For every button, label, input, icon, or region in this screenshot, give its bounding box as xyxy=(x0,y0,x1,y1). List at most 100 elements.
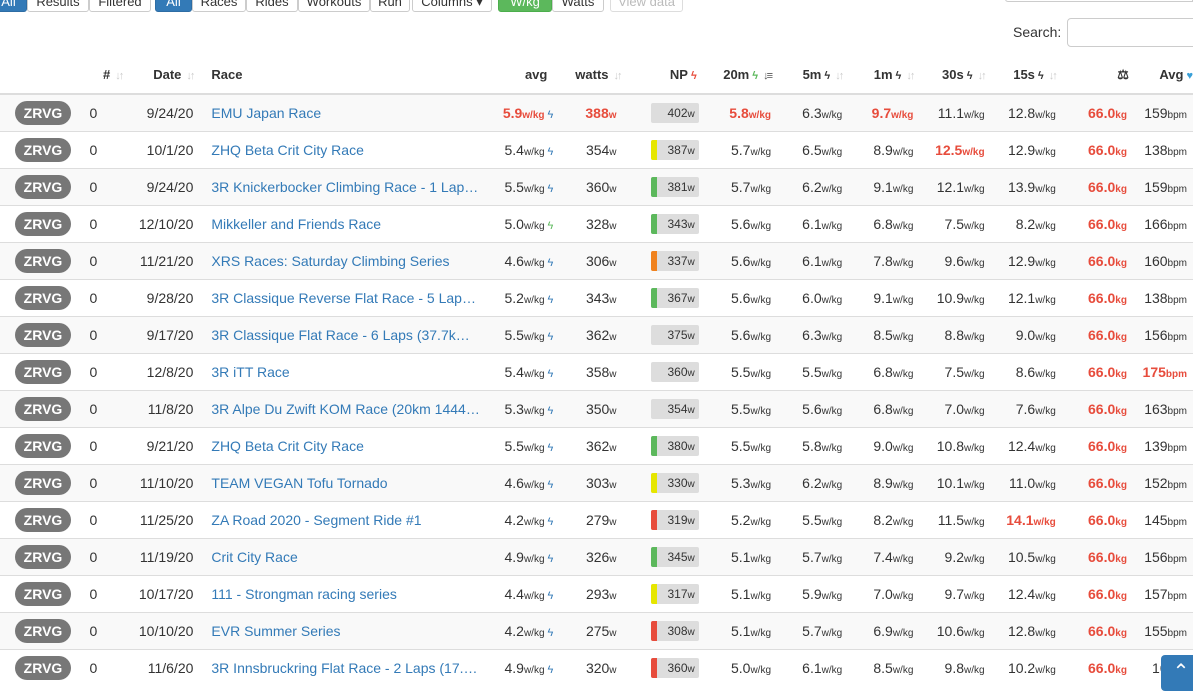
unit-label: w/kg xyxy=(1035,368,1056,380)
top-filter-input[interactable] xyxy=(1005,0,1193,2)
table-row[interactable]: ZRVG 0 10/10/20 EVR Summer Series 4.2w/kg ϟ 27… xyxy=(0,611,1193,649)
m20-value: 5.3 xyxy=(730,474,751,491)
m5-cell: 6.3w/kg xyxy=(779,315,851,353)
bolt-icon: ϟ xyxy=(547,552,554,565)
s30-value: 12.5 xyxy=(935,141,963,158)
race-link[interactable]: 3R iTT Race xyxy=(211,364,481,380)
np-value: 317 xyxy=(667,586,688,601)
race-link[interactable]: ZHQ Beta Crit City Race xyxy=(211,142,481,158)
header-num[interactable]: # ↓↑ xyxy=(86,56,133,95)
np-cell: 337w xyxy=(630,241,705,279)
type-workouts-button[interactable]: Workouts xyxy=(298,0,370,12)
table-row[interactable]: ZRVG 0 11/19/20 Crit City Race 4.9w/kg ϟ 326w 3… xyxy=(0,537,1193,575)
watts-cell: 303w xyxy=(559,463,631,501)
type-all-button[interactable]: All xyxy=(155,0,192,12)
header-15s[interactable]: 15s ϟ ↓↑ xyxy=(992,56,1064,95)
category-cell: ZRVG xyxy=(0,574,87,612)
race-link[interactable]: 3R Alpe Du Zwift KOM Race (20km 1444m) xyxy=(211,401,481,417)
filter-filtered-button[interactable]: Filtered xyxy=(89,0,151,12)
hr-value: 157 xyxy=(1144,585,1168,602)
view-data-button[interactable]: View data xyxy=(610,0,683,12)
unit-label: bpm xyxy=(1167,590,1187,602)
table-row[interactable]: ZRVG 0 9/28/20 3R Classique Reverse Flat Ra… xyxy=(0,278,1193,316)
unit-label: w/kg xyxy=(523,553,545,565)
table-row[interactable]: ZRVG 0 12/8/20 3R iTT Race 5.4w/kg ϟ 358w 360w 5… xyxy=(0,352,1193,390)
filter-all-results-button[interactable]: All xyxy=(0,0,27,12)
date-value: 11/21/20 xyxy=(139,252,194,269)
header-avg-hr[interactable]: Avg ♥ xyxy=(1134,56,1193,95)
table-row[interactable]: ZRVG 0 10/17/20 111 - Strongman racing seri… xyxy=(0,574,1193,612)
table-row[interactable]: ZRVG 0 11/10/20 TEAM VEGAN Tofu Tornado 4.6w… xyxy=(0,463,1193,501)
table-row[interactable]: ZRVG 0 9/24/20 EMU Japan Race 5.9w/kg ϟ 388w 40… xyxy=(0,93,1193,131)
date-value: 11/25/20 xyxy=(139,511,194,528)
unit-label: w/kg xyxy=(523,405,545,417)
header-5m[interactable]: 5m ϟ ↓↑ xyxy=(779,56,851,95)
header-1m[interactable]: 1m ϟ ↓↑ xyxy=(850,56,922,95)
race-link[interactable]: EVR Summer Series xyxy=(211,623,481,639)
np-cell: 330w xyxy=(630,463,705,501)
table-row[interactable]: ZRVG 0 9/21/20 ZHQ Beta Crit City Race 5.5w/… xyxy=(0,426,1193,464)
race-link[interactable]: Mikkeller and Friends Race xyxy=(211,216,481,232)
race-link[interactable]: EMU Japan Race xyxy=(211,105,481,121)
table-row[interactable]: ZRVG 0 12/10/20 Mikkeller and Friends Race 5… xyxy=(0,204,1193,242)
header-weight[interactable]: ⚖ xyxy=(1063,56,1135,95)
scroll-top-button[interactable]: ⌃ xyxy=(1161,655,1193,691)
table-row[interactable]: ZRVG 0 11/25/20 ZA Road 2020 - Segment Ride… xyxy=(0,500,1193,538)
table-row[interactable]: ZRVG 0 11/21/20 XRS Races: Saturday Climbin… xyxy=(0,241,1193,279)
type-rides-button[interactable]: Rides xyxy=(246,0,298,12)
hr-value: 138 xyxy=(1144,141,1168,158)
header-date[interactable]: Date ↓↑ xyxy=(132,56,204,95)
race-link[interactable]: 111 - Strongman racing series xyxy=(211,586,481,602)
race-link[interactable]: TEAM VEGAN Tofu Tornado xyxy=(211,475,481,491)
bolt-icon: ϟ xyxy=(547,589,554,602)
wkg-toggle-button[interactable]: W/kg xyxy=(498,0,552,12)
header-avg[interactable]: avg xyxy=(491,56,560,95)
s30-cell: 9.2w/kg xyxy=(921,537,993,575)
race-link[interactable]: Crit City Race xyxy=(211,549,481,565)
header-np[interactable]: NP ϟ xyxy=(630,56,705,95)
unit-label: w/kg xyxy=(750,146,771,158)
date-value: 11/19/20 xyxy=(139,548,194,565)
table-row[interactable]: ZRVG 0 11/6/20 3R Innsbruckring Flat Race -… xyxy=(0,648,1193,686)
unit-label: kg xyxy=(1115,146,1127,158)
race-link[interactable]: XRS Races: Saturday Climbing Series xyxy=(211,253,481,269)
watts-toggle-button[interactable]: Watts xyxy=(552,0,604,12)
race-link[interactable]: ZA Road 2020 - Segment Ride #1 xyxy=(211,512,481,528)
filter-results-button[interactable]: Results xyxy=(27,0,89,12)
header-30s[interactable]: 30s ϟ ↓↑ xyxy=(921,56,993,95)
header-20m[interactable]: 20m ϟ ↓≡ xyxy=(704,56,779,95)
date-cell: 11/8/20 xyxy=(132,389,204,427)
race-link[interactable]: 3R Classique Reverse Flat Race - 5 Laps … xyxy=(211,290,481,306)
num-cell: 0 xyxy=(86,426,133,464)
num-value: 0 xyxy=(89,104,98,121)
search-input[interactable] xyxy=(1067,18,1193,47)
np-value: 375 xyxy=(667,327,688,342)
num-value: 0 xyxy=(89,511,98,528)
unit-label: w xyxy=(687,663,695,675)
m5-value: 6.1 xyxy=(802,252,822,269)
table-row[interactable]: ZRVG 0 10/1/20 ZHQ Beta Crit City Race 5.4w/… xyxy=(0,130,1193,168)
np-indicator xyxy=(650,657,657,678)
race-link[interactable]: 3R Knickerbocker Climbing Race - 1 Lap (… xyxy=(211,179,481,195)
category-badge: ZRVG xyxy=(15,248,71,273)
np-badge: 354w xyxy=(650,398,699,419)
s30-cell: 11.1w/kg xyxy=(921,93,993,131)
type-races-button[interactable]: Races xyxy=(192,0,246,12)
s30-cell: 7.5w/kg xyxy=(921,352,993,390)
race-link[interactable]: 3R Classique Flat Race - 6 Laps (37.7km/… xyxy=(211,327,481,343)
s15-value: 14.1 xyxy=(1006,511,1034,528)
np-cell: 375w xyxy=(630,315,705,353)
unit-label: w/kg xyxy=(964,368,985,380)
race-link[interactable]: ZHQ Beta Crit City Race xyxy=(211,438,481,454)
bolt-icon: ϟ xyxy=(1037,70,1044,82)
race-link[interactable]: 3R Innsbruckring Flat Race - 2 Laps (17.… xyxy=(211,660,481,676)
s15-cell: 10.2w/kg xyxy=(992,648,1064,686)
table-row[interactable]: ZRVG 0 9/24/20 3R Knickerbocker Climbing Ra… xyxy=(0,167,1193,205)
header-race[interactable]: Race xyxy=(203,56,492,95)
unit-label: w/kg xyxy=(892,183,914,195)
table-row[interactable]: ZRVG 0 11/8/20 3R Alpe Du Zwift KOM Race (2… xyxy=(0,389,1193,427)
type-run-button[interactable]: Run xyxy=(370,0,410,12)
columns-dropdown[interactable]: Columns ▾ xyxy=(412,0,492,12)
header-watts[interactable]: watts ↓↑ xyxy=(559,56,631,95)
table-row[interactable]: ZRVG 0 9/17/20 3R Classique Flat Race - 6 L… xyxy=(0,315,1193,353)
